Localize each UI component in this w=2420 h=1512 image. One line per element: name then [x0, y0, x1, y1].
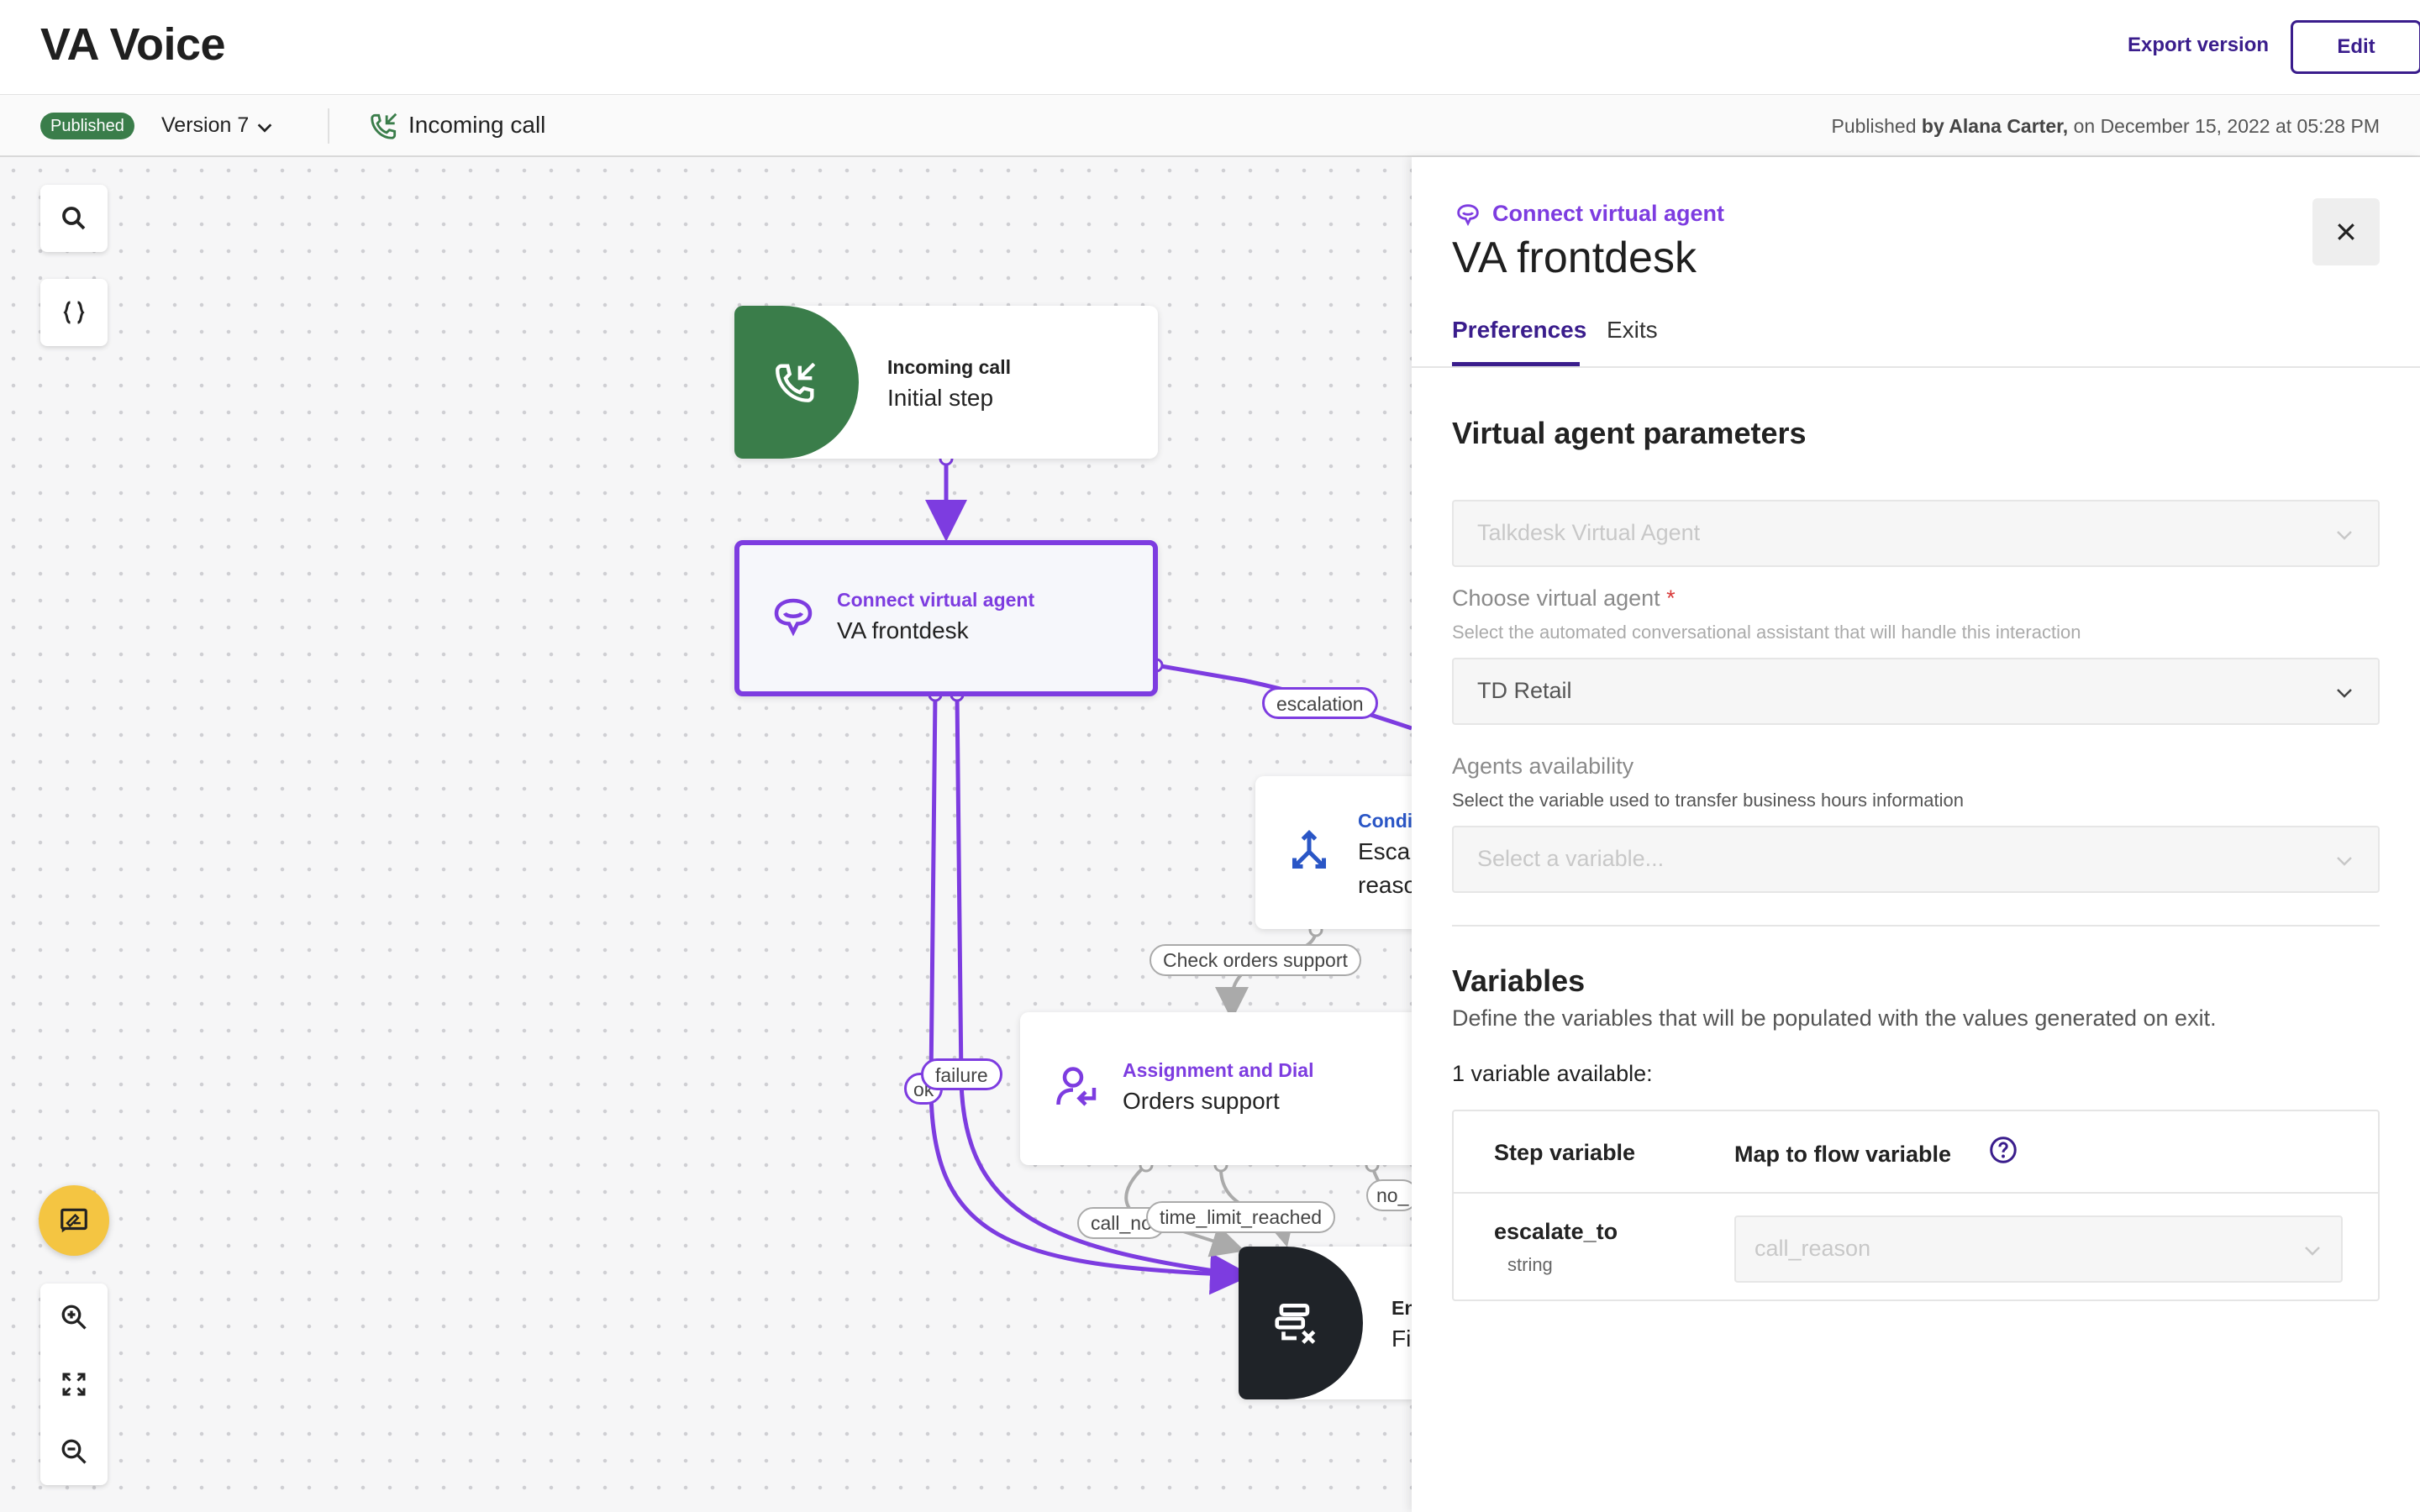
node-type: En — [1392, 1297, 1412, 1319]
feedback-icon — [60, 1208, 87, 1233]
select-value: call_reason — [1754, 1236, 1871, 1261]
field-help-availability: Select the variable used to transfer bus… — [1452, 790, 1964, 811]
node-name: Initial step — [887, 385, 994, 411]
select-value: Talkdesk Virtual Agent — [1477, 520, 1701, 545]
step-title: VA frontdesk — [1452, 234, 1697, 282]
search-button[interactable] — [40, 185, 108, 252]
chevron-down-icon — [2305, 1247, 2320, 1256]
search-icon — [62, 207, 86, 230]
edge-label-failure[interactable]: failure — [921, 1058, 1002, 1090]
chevron-down-icon — [2337, 689, 2352, 698]
phone-incoming-icon — [776, 362, 816, 402]
close-panel-button[interactable] — [2312, 198, 2380, 265]
select-placeholder: Select a variable... — [1477, 846, 1665, 871]
zoom-out-icon[interactable] — [59, 1436, 89, 1467]
braces-icon — [63, 301, 85, 324]
step-type: Connect virtual agent — [1492, 201, 1725, 226]
branch-icon — [1292, 829, 1326, 869]
edit-button[interactable]: Edit — [2291, 20, 2420, 74]
divider — [328, 108, 329, 144]
variables-button[interactable] — [40, 279, 108, 346]
node-name: VA frontdesk — [837, 617, 969, 643]
published-info: Published by Alana Carter, on December 1… — [1831, 115, 2381, 137]
variables-description: Define the variables that will be popula… — [1452, 1005, 2217, 1031]
field-help-choose-agent: Select the automated conversational assi… — [1452, 622, 2081, 643]
flow-info-bar: Published Version 7 Incoming call Publis… — [0, 95, 2420, 157]
export-version-link[interactable]: Export version — [2128, 34, 2269, 57]
provider-select: Talkdesk Virtual Agent — [1452, 500, 2380, 567]
node-name: Fi — [1392, 1326, 1412, 1352]
tabs-divider — [1412, 366, 2420, 368]
step-details-panel: Connect virtual agent VA frontdesk Prefe… — [1412, 157, 2420, 1512]
edge-label-no[interactable]: no_ — [1366, 1179, 1412, 1211]
variables-count: 1 variable available: — [1452, 1061, 1653, 1086]
tab-preferences[interactable]: Preferences — [1452, 317, 1586, 344]
flow-trigger: Incoming call — [408, 112, 546, 138]
step-variable-name: escalate_to — [1494, 1219, 1618, 1244]
chat-bubble-icon — [774, 598, 813, 637]
node-name: Escal — [1358, 838, 1412, 864]
node-type: Connect virtual agent — [837, 589, 1035, 611]
flow-node-assignment-and-dial[interactable]: Assignment and Dial Orders support — [1020, 1012, 1412, 1165]
chevron-down-icon — [2337, 857, 2352, 866]
node-name: Orders support — [1123, 1088, 1280, 1114]
section-title-parameters: Virtual agent parameters — [1452, 416, 1807, 450]
app-title: VA Voice — [40, 19, 226, 70]
chevron-down-icon[interactable] — [255, 118, 274, 137]
section-divider — [1452, 925, 2380, 927]
feedback-button[interactable] — [39, 1185, 109, 1256]
section-title-variables: Variables — [1452, 963, 1586, 998]
availability-variable-select: Select a variable... — [1452, 826, 2380, 893]
fit-screen-icon[interactable] — [59, 1369, 89, 1399]
app-header: VA Voice Export version Edit — [0, 0, 2420, 95]
chat-bubble-icon — [1457, 204, 1479, 227]
field-label-availability: Agents availability — [1452, 753, 1634, 779]
node-name-line2: reaso — [1358, 872, 1412, 898]
step-variable-type: string — [1507, 1254, 1553, 1275]
phone-incoming-icon — [371, 113, 397, 139]
node-type: Condi — [1358, 810, 1412, 832]
column-header-map-to-flow: Map to flow variable — [1734, 1142, 1952, 1167]
field-label-choose-agent: Choose virtual agent * — [1452, 585, 1676, 611]
select-value: TD Retail — [1477, 678, 1572, 703]
status-badge: Published — [40, 113, 134, 139]
version-selector[interactable]: Version 7 — [161, 113, 249, 138]
flow-node-connect-virtual-agent[interactable]: Connect virtual agent VA frontdesk — [734, 540, 1158, 696]
table-header-divider — [1454, 1192, 2378, 1194]
zoom-controls — [40, 1284, 108, 1485]
zoom-in-icon[interactable] — [59, 1302, 89, 1332]
help-icon[interactable] — [1988, 1135, 2018, 1165]
flow-node-incoming-call[interactable]: Incoming call Initial step — [734, 306, 1158, 459]
close-icon — [2338, 223, 2354, 240]
tab-exits[interactable]: Exits — [1607, 317, 1658, 344]
edge-label-check-orders[interactable]: Check orders support — [1150, 944, 1361, 976]
chevron-down-icon — [2337, 531, 2352, 540]
edge-label-escalation[interactable]: escalation — [1262, 687, 1378, 719]
flow-node-conditions[interactable]: Condi Escal reaso — [1255, 776, 1412, 929]
flow-connections — [925, 451, 1412, 1295]
person-transfer-icon — [1056, 1067, 1097, 1106]
node-type: Incoming call — [887, 356, 1011, 378]
flow-variable-select: call_reason — [1734, 1215, 2343, 1283]
edge-label-time-limit[interactable]: time_limit_reached — [1146, 1201, 1336, 1233]
end-flow-icon — [1275, 1304, 1316, 1344]
column-header-step-variable: Step variable — [1494, 1140, 1636, 1165]
variables-table: Step variable Map to flow variable escal… — [1452, 1110, 2380, 1301]
virtual-agent-select[interactable]: TD Retail — [1452, 658, 2380, 725]
flow-node-end-flow[interactable]: En Fi — [1239, 1247, 1412, 1399]
flow-canvas[interactable]: Incoming call Initial step Connect virtu… — [0, 157, 1412, 1512]
node-type: Assignment and Dial — [1123, 1059, 1314, 1081]
